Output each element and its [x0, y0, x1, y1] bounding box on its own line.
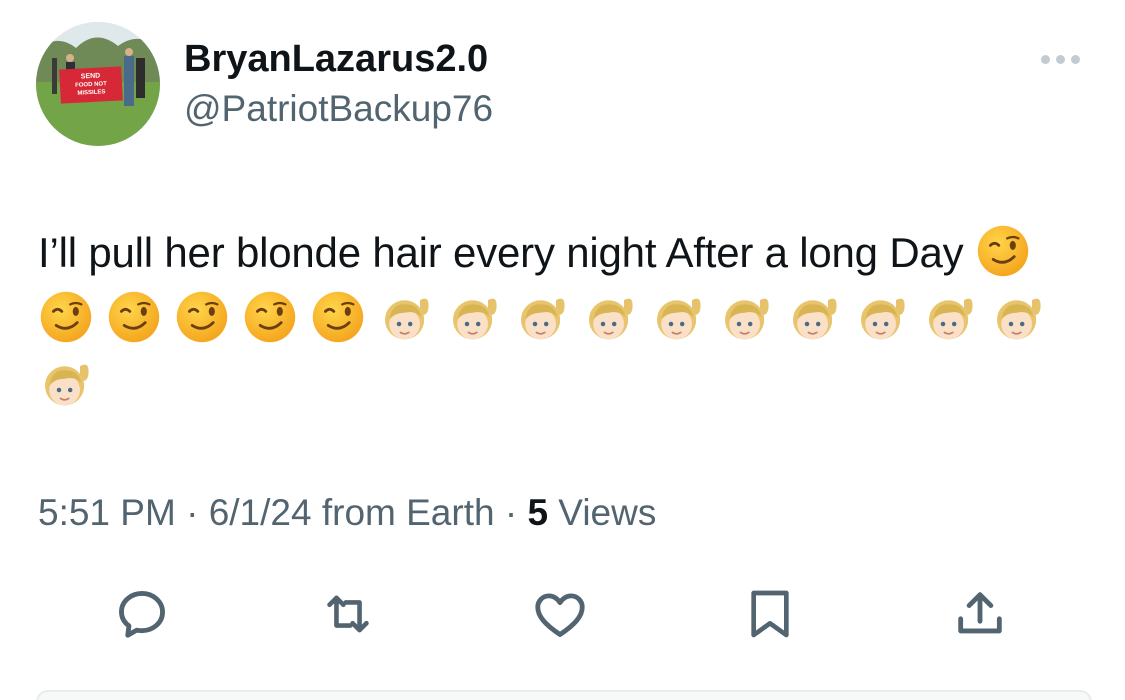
blonde-woman-emoji-icon: [793, 298, 837, 340]
more-horizontal-icon: [1040, 54, 1050, 64]
wink-emoji-icon: [244, 291, 296, 343]
display-name[interactable]: BryanLazarus2.0: [184, 36, 488, 82]
blonde-woman-emoji-icon: [657, 298, 701, 340]
avatar[interactable]: SEND FOOD NOT MISSILES: [36, 22, 160, 146]
bookmark-button[interactable]: [740, 584, 800, 644]
retweet-button[interactable]: [318, 584, 378, 644]
tweet-source: from Earth: [311, 492, 495, 533]
user-handle[interactable]: @PatriotBackup76: [184, 86, 493, 132]
views-count: 5: [527, 492, 549, 533]
reply-button[interactable]: [112, 584, 172, 644]
svg-text:SEND: SEND: [81, 73, 101, 81]
wink-emoji-icon: [312, 291, 364, 343]
share-button[interactable]: [950, 584, 1010, 644]
wink-emoji-icon: [977, 225, 1029, 277]
timestamp-date[interactable]: 6/1/24: [209, 492, 312, 533]
blonde-woman-emoji-icon: [453, 298, 497, 340]
wink-emoji-icon: [108, 291, 160, 343]
blonde-woman-emoji-icon: [589, 298, 633, 340]
like-button[interactable]: [530, 584, 590, 644]
reply-box-edge: [36, 690, 1092, 700]
bookmark-icon: [751, 590, 789, 638]
wink-emoji-icon: [40, 291, 92, 343]
tweet-text-content: I’ll pull her blonde hair every night Af…: [38, 229, 964, 276]
wink-emoji-icon: [176, 291, 228, 343]
timestamp-time[interactable]: 5:51 PM: [38, 492, 176, 533]
blonde-woman-emoji-icon: [929, 298, 973, 340]
blonde-woman-emoji-icon: [521, 298, 565, 340]
blonde-woman-emoji-icon: [861, 298, 905, 340]
heart-icon: [535, 593, 585, 637]
blonde-woman-emoji-icon: [45, 364, 89, 406]
views-label: Views: [548, 492, 657, 533]
reply-icon: [119, 591, 165, 638]
tweet-text: I’ll pull her blonde hair every night Af…: [38, 220, 1088, 418]
tweet-meta: 5:51 PM · 6/1/24 from Earth · 5 Views: [38, 492, 657, 533]
action-bar: [0, 584, 1125, 644]
blonde-woman-emoji-icon: [997, 298, 1041, 340]
share-icon: [958, 592, 1002, 634]
protest-sign: SEND FOOD NOT MISSILES: [59, 66, 123, 104]
blonde-woman-emoji-icon: [725, 298, 769, 340]
blonde-woman-emoji-icon: [385, 298, 429, 340]
tweet-card: SEND FOOD NOT MISSILES BryanLazarus2.0 @…: [0, 0, 1125, 700]
more-options-button[interactable]: [1030, 44, 1090, 74]
retweet-icon: [327, 595, 369, 633]
